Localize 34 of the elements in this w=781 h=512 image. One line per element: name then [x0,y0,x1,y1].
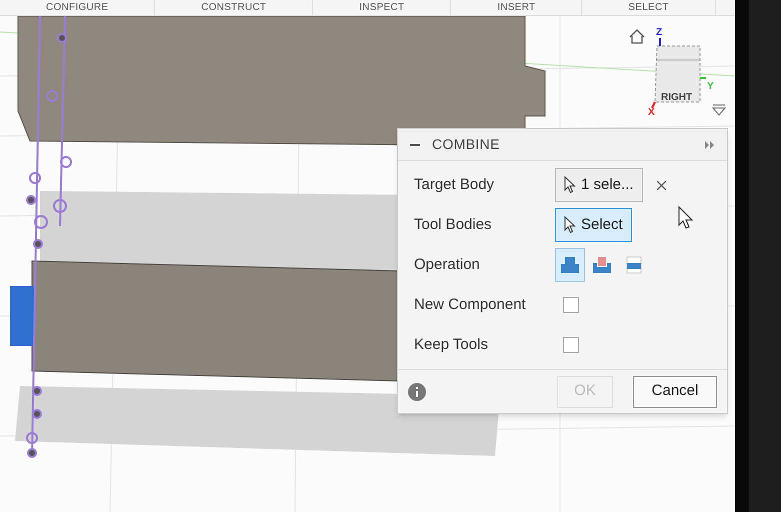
mouse-pointer-icon [678,206,694,230]
intersect-icon [624,256,644,274]
view-cube-drawing[interactable] [651,38,706,108]
field-label: Tool Bodies [414,214,493,235]
dialog-title: COMBINE [432,135,500,154]
cursor-arrow-icon [564,216,576,234]
field-label: Target Body [414,174,496,195]
info-icon[interactable] [408,382,426,400]
axis-label: Y [707,82,714,92]
cut-icon [592,256,612,274]
dialog-button[interactable]: Cancel [633,376,717,408]
dropdown-arrow-icon[interactable] [712,104,726,116]
cursor-arrow-icon [564,176,576,194]
home-icon[interactable] [629,29,645,44]
toolbar-tab[interactable]: CONFIGURE [0,0,156,15]
toolbar-tab[interactable]: SELECT [582,0,716,15]
field-label: Keep Tools [414,334,489,355]
selection-button[interactable]: 1 sele... [555,168,643,202]
close-icon[interactable] [656,180,666,190]
view-cube-face-label[interactable]: RIGHT [661,90,692,105]
selection-button[interactable]: Select [555,208,632,242]
checkbox[interactable] [563,337,579,353]
axis-label: X [648,108,655,118]
field-label: Operation [414,254,481,275]
toolbar-tab[interactable]: INSERT [451,0,582,15]
toolbar-tab[interactable]: CONSTRUCT [155,0,314,15]
field-label: New Component [414,294,527,315]
operation-option[interactable] [555,248,585,282]
axis-label: Z [656,28,662,38]
toolbar-tab[interactable]: INSPECT [313,0,452,15]
checkbox[interactable] [563,297,579,313]
small-body [10,286,34,346]
join-icon [560,256,580,274]
expand-icon[interactable] [705,140,715,148]
